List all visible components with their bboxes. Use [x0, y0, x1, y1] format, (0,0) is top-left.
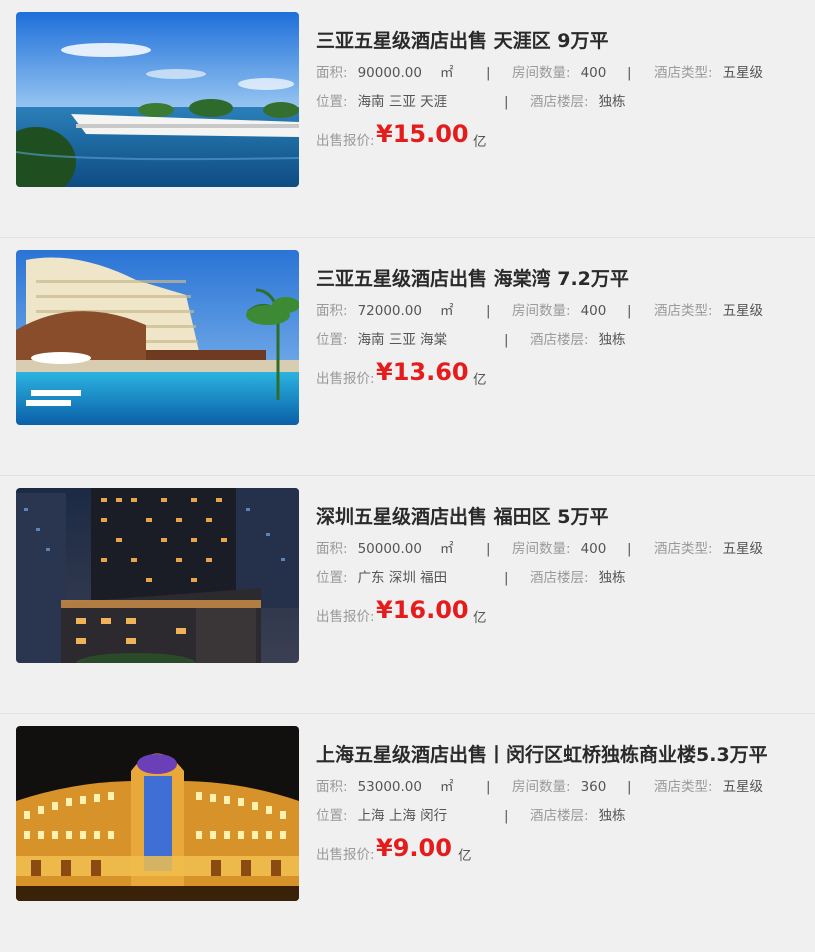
listing-title[interactable]: 三亚五星级酒店出售 海棠湾 7.2万平 [316, 266, 805, 292]
floor-label: 酒店楼层: [530, 570, 589, 586]
rooms-label: 房间数量: [512, 541, 571, 557]
listing-photo[interactable] [16, 250, 299, 425]
separator: | [504, 570, 509, 586]
hotel-type-value: 五星级 [722, 541, 764, 557]
area-value: 53000.00 [357, 779, 422, 795]
hotel-type-value: 五星级 [722, 303, 764, 319]
location-value: 上海 上海 闵行 [357, 808, 448, 824]
rooms-label: 房间数量: [512, 65, 571, 81]
rooms-label: 房间数量: [512, 779, 571, 795]
area-label: 面积: [316, 303, 348, 319]
area-label: 面积: [316, 541, 348, 557]
price-label: 出售报价: [316, 609, 375, 625]
separator: | [627, 65, 632, 81]
resort-pool-photo [16, 250, 299, 425]
listing-specs-row: 面积: 72000.00 ㎡ | 房间数量: 400 | 酒店类型: 五星级 [316, 301, 805, 321]
separator: | [627, 779, 632, 795]
area-unit: ㎡ [440, 541, 454, 557]
price-unit: 亿 [473, 372, 487, 388]
price-value: ¥16.00 [376, 596, 469, 624]
listing-photo[interactable] [16, 488, 299, 663]
separator: | [486, 541, 491, 557]
price-value: ¥13.60 [376, 358, 469, 386]
listing-location-row: 位置: 海南 三亚 海棠 | 酒店楼层: 独栋 [316, 330, 805, 350]
listing-specs-row: 面积: 50000.00 ㎡ | 房间数量: 400 | 酒店类型: 五星级 [316, 539, 805, 559]
floor-value: 独栋 [598, 332, 626, 348]
area-unit: ㎡ [440, 303, 454, 319]
area-value: 50000.00 [357, 541, 422, 557]
listing-location-row: 位置: 广东 深圳 福田 | 酒店楼层: 独栋 [316, 568, 805, 588]
city-night-hotel-photo [16, 488, 299, 663]
separator: | [504, 808, 509, 824]
listing-specs-row: 面积: 90000.00 ㎡ | 房间数量: 400 | 酒店类型: 五星级 [316, 63, 805, 83]
price-label: 出售报价: [316, 133, 375, 149]
floor-value: 独栋 [598, 808, 626, 824]
listing-specs-row: 面积: 53000.00 ㎡ | 房间数量: 360 | 酒店类型: 五星级 [316, 777, 805, 797]
listing-photo[interactable] [16, 726, 299, 901]
rooms-value: 400 [580, 65, 607, 81]
floor-label: 酒店楼层: [530, 332, 589, 348]
listing-card[interactable]: 上海五星级酒店出售丨闵行区虹桥独栋商业楼5.3万平 面积: 53000.00 ㎡ … [0, 714, 815, 952]
listing-photo[interactable] [16, 12, 299, 187]
separator: | [486, 65, 491, 81]
illuminated-palace-hotel-photo [16, 726, 299, 901]
price-label: 出售报价: [316, 371, 375, 387]
price-label: 出售报价: [316, 847, 375, 863]
floor-label: 酒店楼层: [530, 94, 589, 110]
rooms-label: 房间数量: [512, 303, 571, 319]
price-value: ¥15.00 [376, 120, 469, 148]
separator: | [486, 303, 491, 319]
listing-card[interactable]: 深圳五星级酒店出售 福田区 5万平 面积: 50000.00 ㎡ | 房间数量: 4… [0, 476, 815, 714]
location-value: 海南 三亚 天涯 [357, 94, 448, 110]
separator: | [627, 541, 632, 557]
listing-title[interactable]: 三亚五星级酒店出售 天涯区 9万平 [316, 28, 805, 54]
listing-title[interactable]: 深圳五星级酒店出售 福田区 5万平 [316, 504, 805, 530]
area-unit: ㎡ [440, 65, 454, 81]
floor-value: 独栋 [598, 94, 626, 110]
separator: | [627, 303, 632, 319]
price-row: 出售报价: ¥9.00 亿 [316, 834, 805, 864]
price-value: ¥9.00 [376, 834, 452, 862]
area-label: 面积: [316, 65, 348, 81]
location-label: 位置: [316, 332, 348, 348]
listing-location-row: 位置: 上海 上海 闵行 | 酒店楼层: 独栋 [316, 806, 805, 826]
listing-card[interactable]: 三亚五星级酒店出售 天涯区 9万平 面积: 90000.00 ㎡ | 房间数量: 4… [0, 0, 815, 238]
seaside-hotel-photo [16, 12, 299, 187]
hotel-type-label: 酒店类型: [654, 541, 713, 557]
area-value: 72000.00 [357, 303, 422, 319]
hotel-type-label: 酒店类型: [654, 65, 713, 81]
rooms-value: 400 [580, 541, 607, 557]
hotel-type-value: 五星级 [722, 779, 764, 795]
rooms-value: 360 [580, 779, 607, 795]
listing-card[interactable]: 三亚五星级酒店出售 海棠湾 7.2万平 面积: 72000.00 ㎡ | 房间数量… [0, 238, 815, 476]
location-label: 位置: [316, 570, 348, 586]
price-unit: 亿 [458, 848, 472, 864]
price-row: 出售报价: ¥13.60 亿 [316, 358, 805, 388]
area-unit: ㎡ [440, 779, 454, 795]
price-unit: 亿 [473, 610, 487, 626]
location-label: 位置: [316, 94, 348, 110]
listing-location-row: 位置: 海南 三亚 天涯 | 酒店楼层: 独栋 [316, 92, 805, 112]
area-value: 90000.00 [357, 65, 422, 81]
price-row: 出售报价: ¥15.00 亿 [316, 120, 805, 150]
separator: | [504, 332, 509, 348]
location-label: 位置: [316, 808, 348, 824]
price-unit: 亿 [473, 134, 487, 150]
rooms-value: 400 [580, 303, 607, 319]
floor-label: 酒店楼层: [530, 808, 589, 824]
hotel-type-label: 酒店类型: [654, 779, 713, 795]
hotel-type-label: 酒店类型: [654, 303, 713, 319]
location-value: 海南 三亚 海棠 [357, 332, 448, 348]
hotel-type-value: 五星级 [722, 65, 764, 81]
price-row: 出售报价: ¥16.00 亿 [316, 596, 805, 626]
area-label: 面积: [316, 779, 348, 795]
separator: | [504, 94, 509, 110]
separator: | [486, 779, 491, 795]
floor-value: 独栋 [598, 570, 626, 586]
listing-title[interactable]: 上海五星级酒店出售丨闵行区虹桥独栋商业楼5.3万平 [316, 742, 805, 768]
location-value: 广东 深圳 福田 [357, 570, 448, 586]
